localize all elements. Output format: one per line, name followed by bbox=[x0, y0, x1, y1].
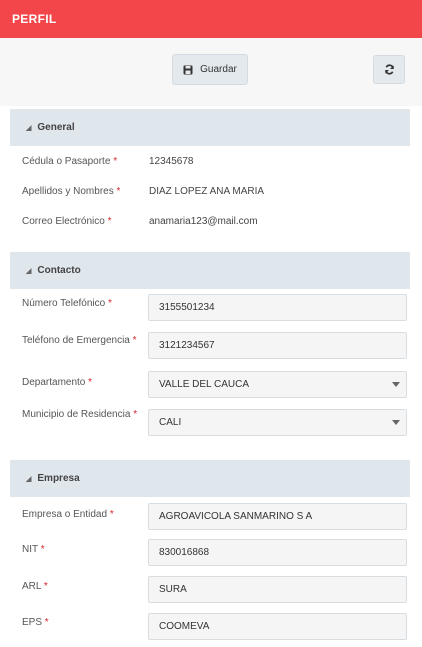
floppy-disk-icon bbox=[183, 65, 193, 74]
empresa-input[interactable]: AGROAVICOLA SANMARINO S A bbox=[148, 503, 407, 530]
field-label: Departamento * bbox=[22, 377, 93, 388]
field-row-municipio: Municipio de Residencia * CALI bbox=[10, 407, 410, 437]
section-general-header[interactable]: ◢ General bbox=[10, 109, 410, 146]
telefono-input[interactable]: 3155501234 bbox=[148, 294, 407, 321]
refresh-button[interactable] bbox=[373, 55, 405, 84]
caret-icon: ◢ bbox=[26, 475, 32, 483]
field-label: Teléfono de Emergencia * bbox=[22, 335, 137, 346]
refresh-icon bbox=[384, 64, 394, 75]
save-button[interactable]: Guardar bbox=[172, 54, 248, 85]
field-row-departamento: Departamento * VALLE DEL CAUCA bbox=[10, 369, 410, 399]
section-general: ◢ General Cédula o Pasaporte * 12345678 … bbox=[10, 109, 410, 236]
nombres-value: DIAZ LOPEZ ANA MARIA bbox=[149, 186, 265, 197]
eps-input[interactable]: COOMEVA bbox=[148, 613, 407, 640]
field-label: ARL * bbox=[22, 581, 48, 592]
field-label: Municipio de Residencia * bbox=[22, 409, 138, 420]
emergencia-input[interactable]: 3121234567 bbox=[148, 332, 407, 359]
municipio-selected: CALI bbox=[159, 417, 182, 428]
profile-content: Guardar ◢ General Cédula o Pasaporte * 1… bbox=[0, 38, 422, 647]
section-contacto: ◢ Contacto Número Telefónico * 315550123… bbox=[10, 252, 410, 443]
chevron-down-icon bbox=[392, 382, 400, 387]
field-label: Empresa o Entidad * bbox=[22, 509, 114, 520]
arl-input[interactable]: SURA bbox=[148, 576, 407, 603]
section-title: General bbox=[37, 122, 75, 133]
field-label: NIT * bbox=[22, 544, 45, 555]
municipio-select[interactable]: CALI bbox=[148, 409, 407, 436]
cedula-value: 12345678 bbox=[149, 156, 194, 167]
departamento-selected: VALLE DEL CAUCA bbox=[159, 379, 250, 390]
section-contacto-header[interactable]: ◢ Contacto bbox=[10, 252, 410, 289]
caret-icon: ◢ bbox=[26, 267, 32, 275]
field-row-eps: EPS * COOMEVA bbox=[10, 612, 410, 642]
toolbar: Guardar bbox=[0, 38, 422, 106]
page-header: PERFIL bbox=[0, 0, 422, 38]
save-button-label: Guardar bbox=[200, 64, 237, 75]
section-title: Contacto bbox=[37, 265, 81, 276]
field-label: Apellidos y Nombres * bbox=[22, 186, 121, 197]
section-empresa-header[interactable]: ◢ Empresa bbox=[10, 460, 410, 497]
field-row-empresa: Empresa o Entidad * AGROAVICOLA SANMARIN… bbox=[10, 502, 410, 532]
field-label: Número Telefónico * bbox=[22, 298, 112, 309]
field-row-telefono: Número Telefónico * 3155501234 bbox=[10, 293, 410, 323]
field-label: Cédula o Pasaporte * bbox=[22, 156, 118, 167]
nit-input[interactable]: 830016868 bbox=[148, 539, 407, 566]
field-label: Correo Electrónico * bbox=[22, 216, 112, 227]
section-empresa: ◢ Empresa Empresa o Entidad * AGROAVICOL… bbox=[10, 460, 410, 647]
correo-value: anamaria123@mail.com bbox=[149, 216, 258, 227]
departamento-select[interactable]: VALLE DEL CAUCA bbox=[148, 371, 407, 398]
section-title: Empresa bbox=[37, 473, 80, 484]
page-title: PERFIL bbox=[12, 12, 57, 26]
caret-icon: ◢ bbox=[26, 124, 32, 132]
field-row-emergencia: Teléfono de Emergencia * 3121234567 bbox=[10, 331, 410, 361]
field-label: EPS * bbox=[22, 617, 49, 628]
chevron-down-icon bbox=[392, 420, 400, 425]
field-row-nit: NIT * 830016868 bbox=[10, 538, 410, 568]
field-row-arl: ARL * SURA bbox=[10, 575, 410, 605]
